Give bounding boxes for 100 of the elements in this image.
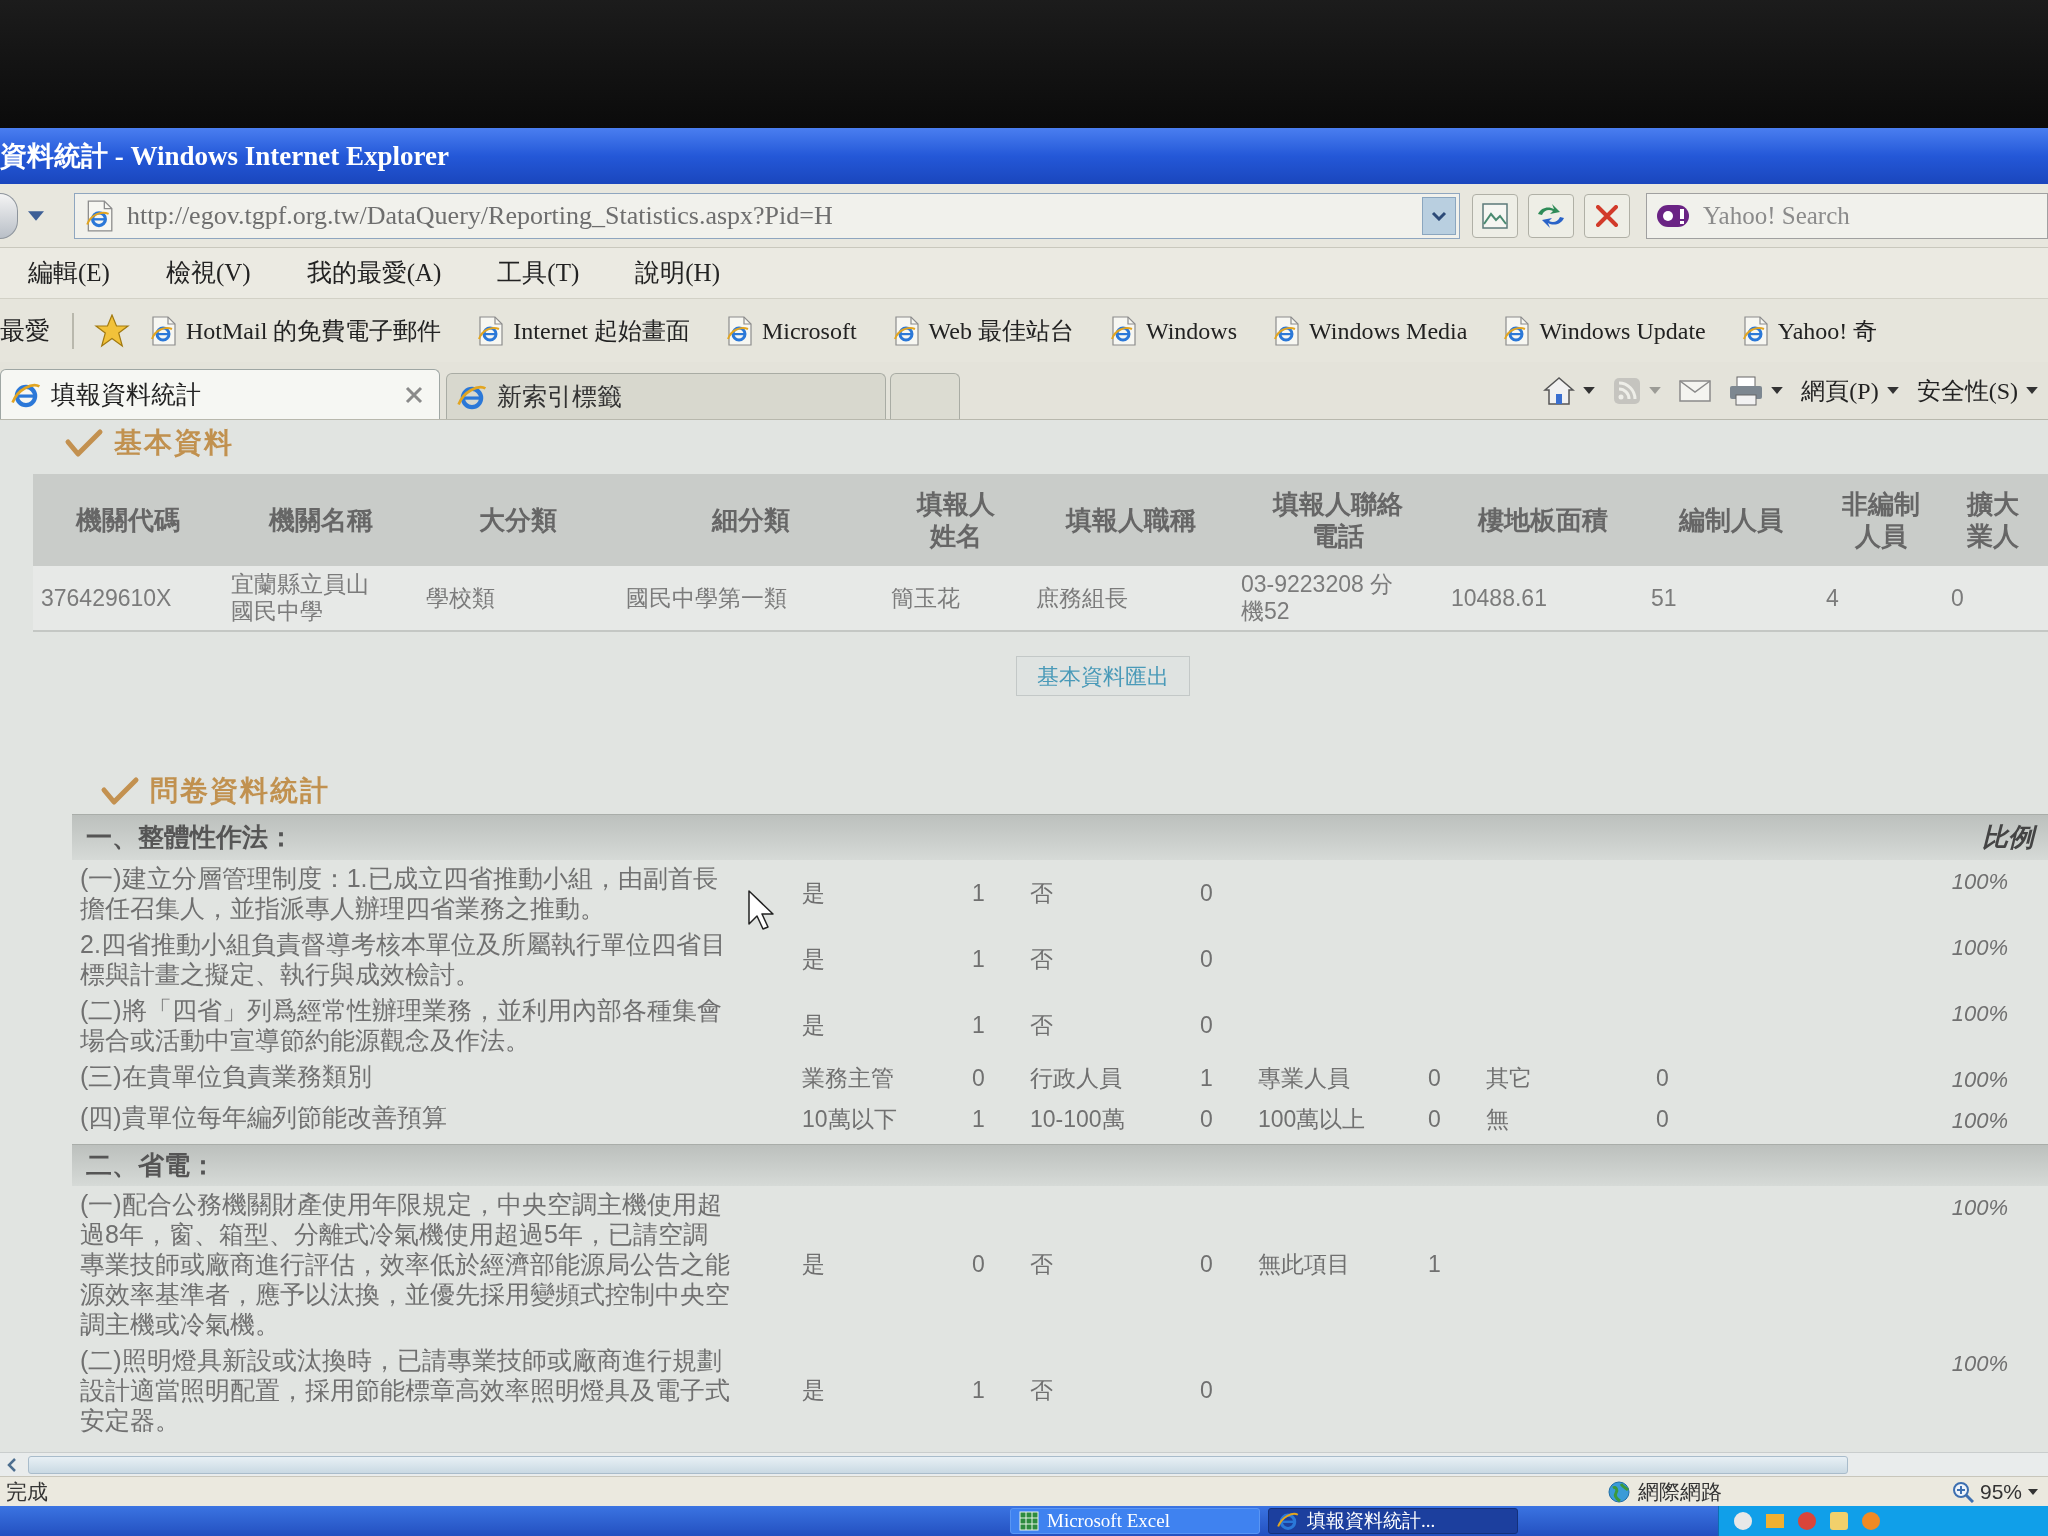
picture-icon <box>1481 201 1509 230</box>
answer-count: 0 <box>1200 944 1213 974</box>
web-page-icon <box>148 315 178 346</box>
favorites-button[interactable]: 最愛 <box>0 311 72 350</box>
table-cell: 庶務組長 <box>1036 584 1128 612</box>
new-tab-button[interactable] <box>890 373 960 419</box>
mail-button[interactable] <box>1679 379 1712 402</box>
answer-count: 1 <box>972 878 985 908</box>
answer-label: 專業人員 <box>1258 1064 1350 1094</box>
answer-label: 行政人員 <box>1030 1064 1122 1094</box>
search-field[interactable]: Yahoo! Search <box>1646 192 2048 239</box>
tray-icon[interactable] <box>1765 1511 1785 1531</box>
favorites-link[interactable]: Windows <box>1108 312 1238 349</box>
web-page-icon <box>1271 315 1302 346</box>
taskbar-button[interactable]: Microsoft Excel <box>1010 1508 1260 1534</box>
table-cell: 簡玉花 <box>891 584 960 612</box>
column-header: 填報人職稱 <box>1065 504 1196 536</box>
ratio-value: 100% <box>1951 1107 2008 1135</box>
answer-count: 0 <box>1200 1375 1213 1405</box>
security-zone-text: 網際網路 <box>1637 1478 1722 1505</box>
menu-item[interactable]: 工具(T) <box>497 254 580 292</box>
answer-count: 0 <box>972 1249 985 1279</box>
column-header: 機關名稱 <box>268 504 373 536</box>
back-button[interactable] <box>0 192 18 239</box>
tray-icon[interactable] <box>1797 1511 1817 1531</box>
question-text: (三)在貴單位負責業務類別 <box>80 1061 373 1092</box>
web-page-icon <box>1501 315 1532 346</box>
favorites-link[interactable]: HotMail 的免費電子郵件 <box>148 312 442 349</box>
tab[interactable]: 填報資料統計 <box>0 369 440 419</box>
question-text: (四)貴單位每年編列節能改善預算 <box>80 1102 448 1133</box>
answer-label: 業務主管 <box>802 1064 894 1094</box>
question-text: (二)將「四省」列爲經常性辦理業務，並利用內部各種集會場合或活動中宣導節約能源觀念及作法。 <box>80 995 723 1055</box>
stop-button[interactable] <box>1584 193 1630 238</box>
zoom-icon <box>1951 1480 1974 1503</box>
answer-label: 是 <box>802 1375 825 1405</box>
question-text: (一)配合公務機關財產使用年限規定，中央空調主機使用超過8年，窗、箱型、分離式冷氣機使用超過5年，已請空調專業技師或廠商進行評估，效率低於經濟部能源局公告之能源效率基準者，應予以汰換，並優先採用變頻式控制中央空調主機或冷氣機。 <box>80 1189 731 1339</box>
feed-icon <box>1613 376 1642 405</box>
question-text: (一)建立分層管理制度：1.已成立四省推動小組，由副首長擔任召集人，並指派專人辦理四省業務之推動。 <box>80 863 719 923</box>
close-icon <box>405 385 423 404</box>
answer-label: 其它 <box>1486 1064 1532 1094</box>
favorites-link[interactable]: Windows Media <box>1271 312 1468 349</box>
answer-label: 無 <box>1486 1105 1509 1135</box>
menu-item[interactable]: 檢視(V) <box>165 254 251 292</box>
table-cell: 10488.61 <box>1451 584 1547 612</box>
command-menu-button[interactable]: 網頁(P) <box>1801 372 1899 409</box>
star-icon <box>94 313 130 348</box>
picture-button[interactable] <box>1472 193 1518 238</box>
answer-count: 0 <box>1200 1010 1213 1040</box>
section-title: 基本資料 <box>114 426 234 460</box>
table-cell: 376429610X <box>41 584 172 612</box>
favorites-link[interactable]: Internet 起始畫面 <box>475 312 690 349</box>
check-icon <box>64 427 104 459</box>
menu-item[interactable]: 編輯(E) <box>28 254 110 292</box>
table-cell: 51 <box>1651 584 1677 612</box>
globe-icon <box>1607 1480 1630 1503</box>
tab[interactable]: 新索引標籤 <box>446 373 886 419</box>
column-header: 非編制人員 <box>1840 488 1921 552</box>
caret-icon <box>1886 387 1899 394</box>
answer-label: 10萬以下 <box>802 1105 897 1135</box>
favorites-link[interactable]: Windows Update <box>1501 312 1706 349</box>
answer-label: 無此項目 <box>1258 1249 1350 1279</box>
ratio-value: 100% <box>1951 868 2008 896</box>
question-text: 2.四省推動小組負責督導考核本單位及所屬執行單位四省目標與計畫之擬定、執行與成效檢討。 <box>80 929 727 989</box>
tray-icon[interactable] <box>1829 1511 1849 1531</box>
zoom-button[interactable]: 95% <box>1951 1475 2048 1508</box>
status-text: 完成 <box>5 1478 48 1505</box>
print-button[interactable] <box>1729 375 1784 406</box>
column-header: 細分類 <box>711 504 790 536</box>
address-field[interactable]: http://egov.tgpf.org.tw/DataQuery/Reporting_Statistics.aspx?Pid=H <box>74 192 1460 239</box>
answer-count: 0 <box>1428 1105 1441 1135</box>
answer-label: 是 <box>802 944 825 974</box>
web-page-icon <box>1108 315 1138 346</box>
table-cell-text: 宜蘭縣立員山國民中學 <box>231 571 370 625</box>
question-text: (二)照明燈具新設或汰換時，已請專業技師或廠商進行規劃設計適當照明配置，採用節能標章高效率照明燈具及電子式安定器。 <box>80 1345 731 1435</box>
section-title: 問卷資料統計 <box>150 774 330 808</box>
mail-icon <box>1679 379 1712 402</box>
favorites-link[interactable]: Yahoo! 奇 <box>1739 312 1878 349</box>
menu-item[interactable]: 說明(H) <box>635 254 720 292</box>
answer-count: 1 <box>1200 1064 1213 1094</box>
print-icon <box>1729 375 1764 406</box>
command-menu-button[interactable]: 安全性(S) <box>1916 372 2038 409</box>
refresh-button[interactable] <box>1528 193 1574 238</box>
table-cell: 國民中學第一類 <box>626 584 787 612</box>
answer-label: 否 <box>1030 878 1053 908</box>
answer-label: 是 <box>802 1010 825 1040</box>
home-button[interactable] <box>1543 375 1596 406</box>
favorites-link[interactable]: Microsoft <box>723 312 857 349</box>
answer-label: 100萬以上 <box>1258 1105 1366 1135</box>
check-icon <box>100 775 140 807</box>
table-cell: 學校類 <box>426 584 495 612</box>
tray-icon[interactable] <box>1733 1511 1753 1531</box>
favorites-link[interactable]: Web 最佳站台 <box>890 312 1074 349</box>
answer-label: 是 <box>802 878 825 908</box>
address-dropdown-button[interactable] <box>1422 196 1456 235</box>
taskbar-button[interactable]: 填報資料統計... <box>1268 1508 1518 1534</box>
menu-item[interactable]: 我的最愛(A) <box>306 254 442 292</box>
answer-count: 0 <box>1200 1249 1213 1279</box>
answer-label: 否 <box>1030 944 1053 974</box>
scrollbar-thumb[interactable] <box>28 1455 1848 1474</box>
chevron-down-icon <box>1431 210 1447 221</box>
